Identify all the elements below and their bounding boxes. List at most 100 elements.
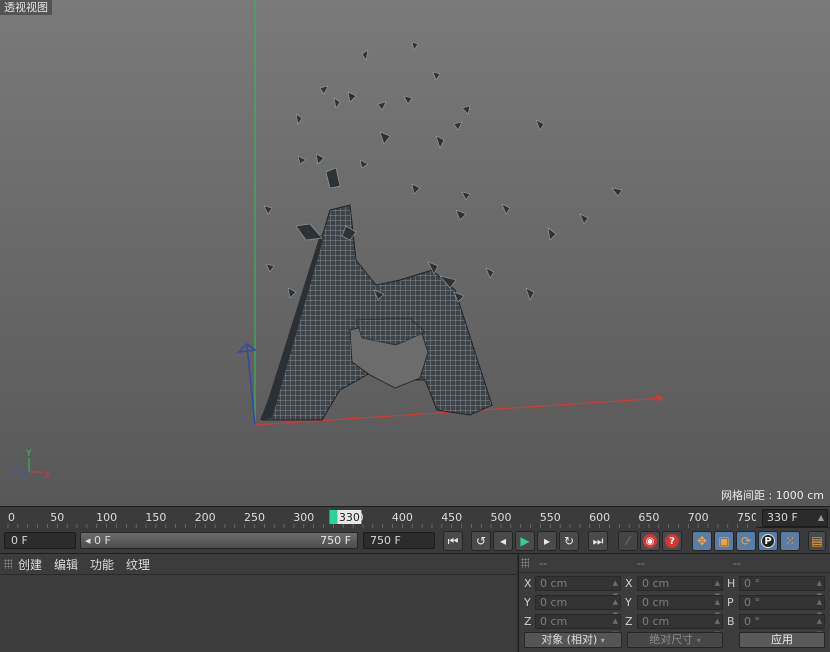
ruler-tick-label: 50 [50, 511, 64, 524]
z-axis-line [246, 345, 256, 426]
size-x-label: X [625, 577, 633, 590]
ruler-tick-label: 700 [688, 511, 709, 524]
step-forward-icon: ▸ [543, 534, 551, 548]
ruler-tick-label: 750 [737, 511, 756, 524]
size-mode-dropdown[interactable]: 绝对尺寸 ▾ [627, 632, 723, 648]
prev-frame-button[interactable]: ◂ [493, 531, 513, 551]
play-button[interactable]: ▶ [515, 531, 535, 551]
prev-key-button[interactable]: ↺ [471, 531, 491, 551]
coord-row-z: Z 0 cm▲▼ Z 0 cm▲▼ B 0 °▲▼ [519, 613, 830, 638]
next-frame-button[interactable]: ▸ [537, 531, 557, 551]
size-z-field[interactable]: 0 cm▲▼ [637, 614, 723, 638]
ruler-tick-label: 450 [441, 511, 462, 524]
next-key-button[interactable]: ↻ [559, 531, 579, 551]
menu-function[interactable]: 功能 [90, 556, 114, 573]
playhead-marker [329, 510, 338, 524]
coordinates-header: -- -- -- [519, 554, 830, 573]
prev-key-icon: ↺ [475, 534, 487, 548]
rot-p-label: P [727, 596, 734, 609]
start-frame-field[interactable]: 0 F [4, 532, 76, 549]
end-frame-field[interactable]: 750 F [363, 532, 435, 549]
help-key-icon: ? [665, 534, 679, 548]
gizmo-y-label: Y [25, 449, 32, 459]
rot-b-field[interactable]: 0 °▲▼ [739, 614, 825, 638]
object-manager-menubar: 创建 编辑 功能 纹理 [0, 554, 517, 575]
size-header: -- [637, 557, 645, 570]
pos-y-field[interactable]: 0 cm▲▼ [535, 595, 621, 619]
ruler-tick-label: 100 [96, 511, 117, 524]
step-back-icon: ◂ [499, 534, 507, 548]
letter-a-mesh [260, 204, 493, 421]
keyframe-selection-button[interactable]: ? [662, 531, 682, 551]
param-key-button[interactable]: P [758, 531, 778, 551]
rotate-icon: ⟳ [740, 534, 752, 548]
rotation-header: -- [733, 557, 741, 570]
range-start-label: ◂ 0 F [85, 534, 111, 547]
chevron-down-icon: ▾ [600, 636, 605, 645]
go-to-end-button[interactable]: ⏭ [588, 531, 608, 551]
rot-h-field[interactable]: 0 °▲▼ [739, 576, 825, 600]
pen-icon: ⁄ [626, 534, 629, 548]
film-icon: ▤ [811, 534, 823, 548]
ruler-tick-label: 600 [589, 511, 610, 524]
object-manager-panel: 创建 编辑 功能 纹理 [0, 554, 517, 652]
preview-range-slider[interactable]: ◂ 0 F 750 F [80, 532, 358, 549]
ruler-tick-label: 650 [638, 511, 659, 524]
pos-x-field[interactable]: 0 cm▲▼ [535, 576, 621, 600]
ruler-ticks: 0501001502002503003504004505005506006507… [7, 510, 756, 528]
rot-b-label: B [727, 615, 735, 628]
position-key-button[interactable]: ✥ [692, 531, 712, 551]
playhead-frame-label: 330 [339, 511, 360, 524]
coord-row-y: Y 0 cm▲▼ Y 0 cm▲▼ P 0 °▲▼ [519, 594, 830, 619]
point-level-button[interactable]: ⁙ [780, 531, 800, 551]
size-y-field[interactable]: 0 cm▲▼ [637, 595, 723, 619]
ruler-tick-label: 200 [195, 511, 216, 524]
skip-start-icon: ⏮ [447, 533, 459, 548]
ruler-tick-label: 150 [145, 511, 166, 524]
autokey-icon: ◉ [643, 534, 657, 548]
menu-texture[interactable]: 纹理 [126, 556, 150, 573]
range-end-label: 750 F [320, 534, 351, 547]
timeline-ruler[interactable]: 0501001502002503003504004505005506006507… [0, 506, 830, 538]
viewport-scene[interactable]: Y X Z [0, 0, 830, 506]
ruler-tick-label: 300 [293, 511, 314, 524]
perspective-viewport[interactable]: Y X Z 透视视图 网格间距 : 1000 cm [0, 0, 830, 506]
scale-key-button[interactable]: ▣ [714, 531, 734, 551]
play-icon: ▶ [520, 534, 530, 548]
size-x-field[interactable]: 0 cm▲▼ [637, 576, 723, 600]
rotation-key-button[interactable]: ⟳ [736, 531, 756, 551]
gizmo-x-label: X [45, 471, 51, 481]
skip-end-icon: ⏭ [592, 533, 604, 548]
rot-p-field[interactable]: 0 °▲▼ [739, 595, 825, 619]
size-z-label: Z [625, 615, 633, 628]
scale-icon: ▣ [718, 534, 730, 548]
chevron-down-icon: ▾ [696, 636, 701, 645]
apply-button[interactable]: 应用 [739, 632, 825, 648]
gizmo-z-label: Z [12, 467, 18, 477]
menu-edit[interactable]: 编辑 [54, 556, 78, 573]
move-icon: ✥ [696, 534, 708, 548]
pos-z-field[interactable]: 0 cm▲▼ [535, 614, 621, 638]
size-y-label: Y [625, 596, 632, 609]
viewport-title[interactable]: 透视视图 [0, 0, 52, 15]
current-frame-field[interactable]: 330 F▲▼ [762, 509, 828, 538]
rot-h-label: H [727, 577, 736, 590]
drag-grip-icon[interactable] [4, 559, 12, 569]
coord-row-x: X 0 cm▲▼ X 0 cm▲▼ H 0 °▲▼ [519, 575, 830, 600]
ruler-tick-label: 400 [392, 511, 413, 524]
timeline-track[interactable]: 0501001502002503003504004505005506006507… [0, 507, 756, 529]
grid-spacing-readout: 网格间距 : 1000 cm [721, 489, 824, 502]
coordinate-mode-dropdown[interactable]: 对象 (相对) ▾ [524, 632, 622, 648]
ruler-tick-label: 0 [8, 511, 15, 524]
record-key-button[interactable]: ⁄ [618, 531, 638, 551]
go-to-start-button[interactable]: ⏮ [443, 531, 463, 551]
menu-create[interactable]: 创建 [18, 556, 42, 573]
ruler-tick-label: 550 [540, 511, 561, 524]
coordinates-panel: -- -- -- X 0 cm▲▼ X 0 cm▲▼ H 0 °▲▼ Y 0 c… [518, 554, 830, 652]
position-header: -- [539, 557, 547, 570]
autokey-button[interactable]: ◉ [640, 531, 660, 551]
next-key-icon: ↻ [563, 534, 575, 548]
drag-grip-icon[interactable] [521, 558, 529, 568]
ruler-tick-label: 250 [244, 511, 265, 524]
scheme-button[interactable]: ▤ [808, 531, 826, 551]
